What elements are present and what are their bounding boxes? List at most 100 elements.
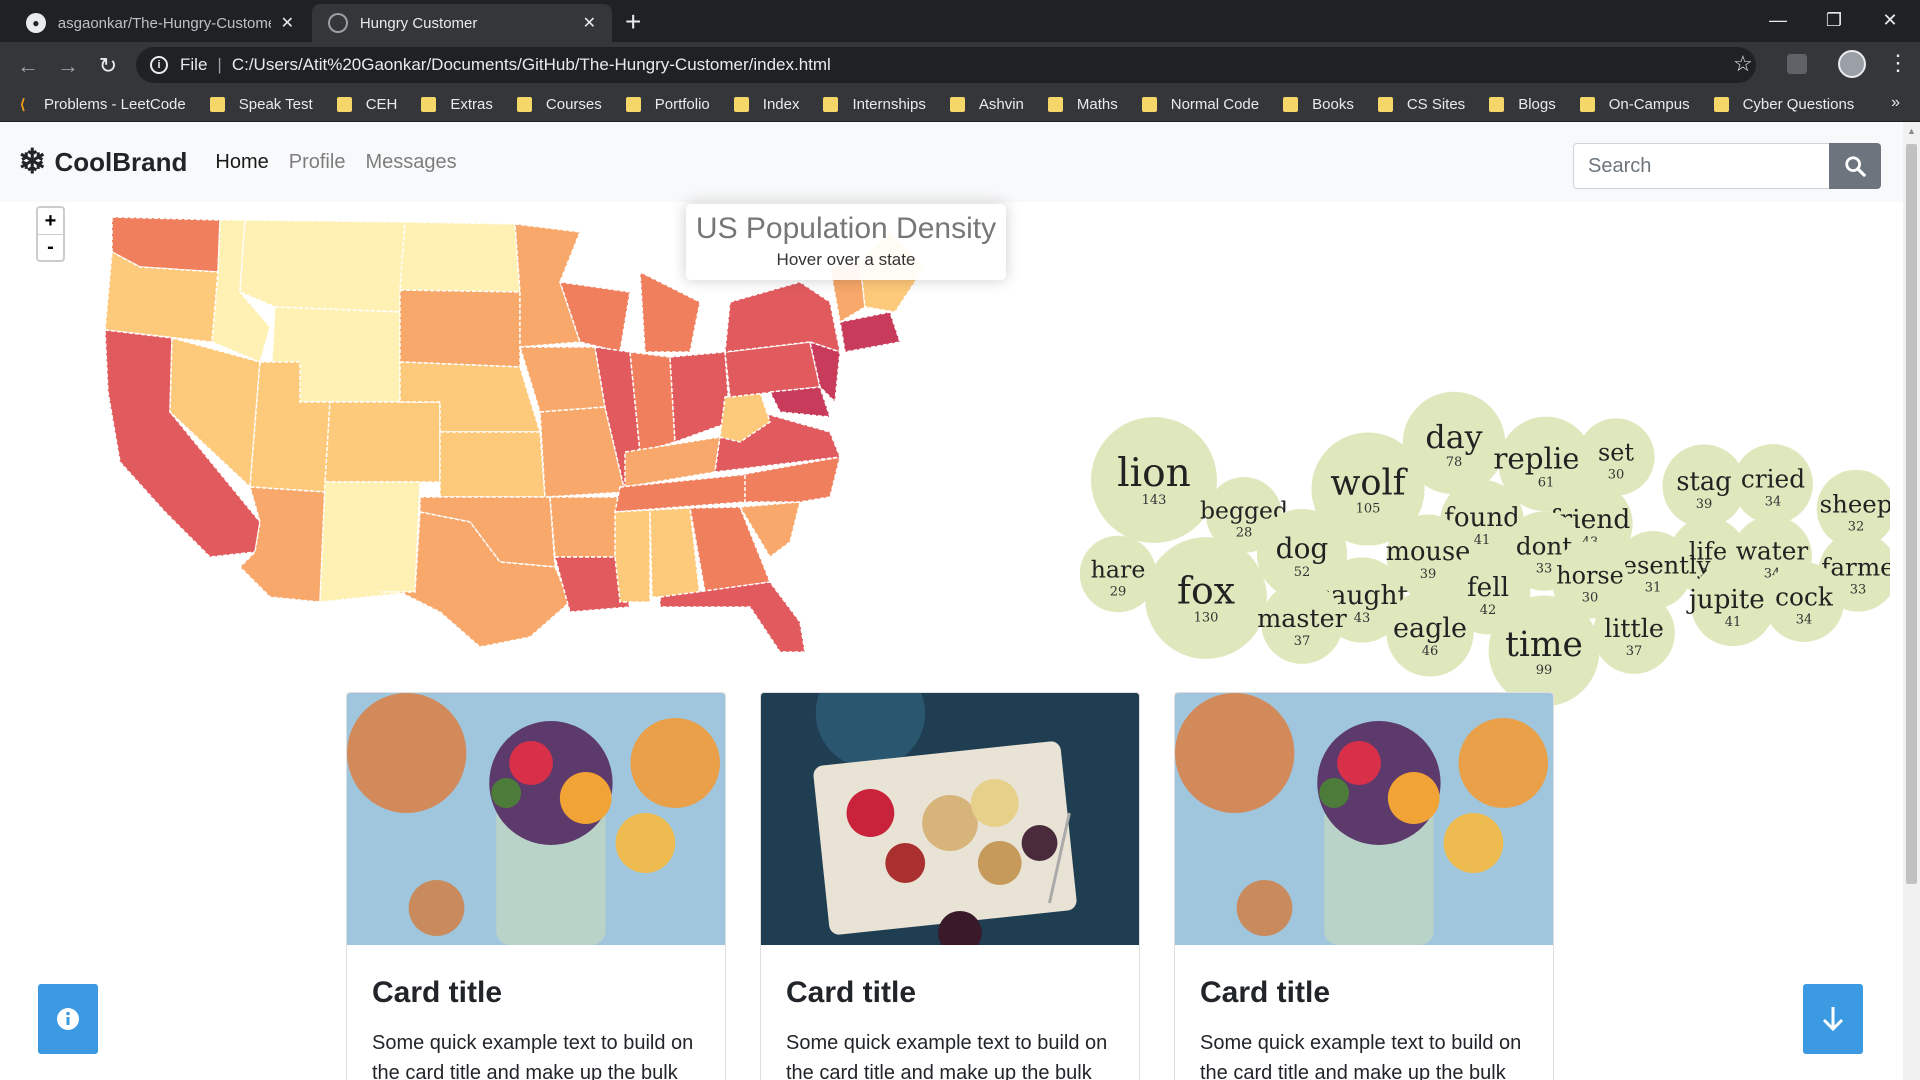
state-colorado bbox=[324, 401, 441, 483]
scroll-up-arrow-icon[interactable]: ▲ bbox=[1907, 126, 1916, 136]
bookmark-folder[interactable]: On-Campus bbox=[1579, 96, 1690, 113]
close-window-button[interactable]: ✕ bbox=[1862, 0, 1918, 40]
card: Card title Some quick example text to bu… bbox=[1174, 692, 1554, 1080]
word-bubble[interactable]: fox130 bbox=[1145, 537, 1267, 659]
folder-icon bbox=[1713, 97, 1729, 112]
bookmark-label: CEH bbox=[365, 96, 398, 113]
bookmark-folder[interactable]: Cyber Questions bbox=[1713, 96, 1854, 113]
word-bubble-count: 61 bbox=[1538, 475, 1555, 490]
bookmark-star-icon[interactable]: ☆ bbox=[1733, 51, 1753, 77]
zoom-out-button[interactable]: - bbox=[38, 234, 63, 260]
back-button[interactable]: ← bbox=[14, 52, 42, 80]
bookmarks-bar: ⟨ Problems - LeetCode Speak Test CEH Extr… bbox=[0, 88, 1920, 122]
search-button[interactable] bbox=[1829, 143, 1881, 189]
word-bubble-count: 78 bbox=[1446, 455, 1463, 470]
folder-icon bbox=[1579, 97, 1595, 112]
forward-button[interactable]: → bbox=[54, 52, 82, 80]
bookmark-item[interactable]: ⟨ Problems - LeetCode bbox=[20, 96, 186, 113]
word-bubble[interactable]: time99 bbox=[1488, 595, 1600, 707]
folder-icon bbox=[1377, 97, 1393, 112]
arrow-down-icon bbox=[1822, 1007, 1844, 1032]
bookmark-folder[interactable]: Ashvin bbox=[949, 96, 1024, 113]
nav-link-home[interactable]: Home bbox=[215, 151, 268, 174]
word-bubble[interactable]: cock34 bbox=[1764, 562, 1844, 642]
word-bubble-label: lion bbox=[1117, 451, 1191, 496]
bookmark-folder[interactable]: Courses bbox=[516, 96, 602, 113]
new-tab-button[interactable]: + bbox=[625, 6, 641, 38]
word-bubble[interactable]: stag39 bbox=[1662, 444, 1746, 528]
word-bubble-count: 29 bbox=[1110, 585, 1127, 600]
page-viewport: ❄ CoolBrand Home Profile Messages + - bbox=[0, 122, 1920, 1080]
word-bubble[interactable]: little37 bbox=[1593, 592, 1675, 674]
bookmark-folder[interactable]: Blogs bbox=[1489, 96, 1556, 113]
minimize-button[interactable]: — bbox=[1750, 0, 1806, 40]
word-bubble-count: 33 bbox=[1850, 583, 1867, 598]
word-bubble-label: fox bbox=[1177, 569, 1235, 613]
close-icon[interactable]: ✕ bbox=[281, 13, 294, 33]
bookmark-folder[interactable]: Extras bbox=[421, 96, 493, 113]
nav-link-messages[interactable]: Messages bbox=[365, 151, 456, 174]
bookmark-folder[interactable]: Portfolio bbox=[625, 96, 710, 113]
bookmark-folder[interactable]: Speak Test bbox=[209, 96, 313, 113]
state-north-dakota bbox=[399, 221, 521, 293]
zoom-in-button[interactable]: + bbox=[38, 208, 63, 234]
folder-icon bbox=[949, 97, 965, 112]
word-bubble-count: 34 bbox=[1796, 613, 1813, 628]
folder-icon bbox=[1283, 97, 1299, 112]
scrollbar-thumb[interactable] bbox=[1906, 144, 1917, 884]
bookmark-folder[interactable]: Internships bbox=[823, 96, 926, 113]
folder-icon bbox=[1141, 97, 1157, 112]
word-bubble[interactable]: hare29 bbox=[1080, 535, 1157, 613]
card-image-smoothie bbox=[1175, 693, 1553, 945]
word-bubble-count: 39 bbox=[1420, 567, 1437, 582]
word-bubble-count: 99 bbox=[1536, 663, 1553, 678]
tab-title: asgaonkar/The-Hungry-Customer bbox=[57, 14, 271, 32]
bookmark-label: Portfolio bbox=[654, 96, 710, 113]
reload-button[interactable]: ↻ bbox=[94, 52, 122, 80]
close-icon[interactable]: ✕ bbox=[583, 13, 596, 33]
bookmark-folder[interactable]: CEH bbox=[336, 96, 398, 113]
state-south-dakota bbox=[399, 289, 521, 368]
word-bubble-count: 30 bbox=[1608, 468, 1625, 483]
bookmark-folder[interactable]: Books bbox=[1283, 96, 1354, 113]
tab-github[interactable]: ● asgaonkar/The-Hungry-Customer ✕ bbox=[10, 4, 310, 42]
bookmark-label: Books bbox=[1312, 96, 1354, 113]
bookmark-folder[interactable]: Normal Code bbox=[1141, 96, 1260, 113]
word-bubble[interactable]: eagle46 bbox=[1386, 589, 1474, 677]
folder-icon bbox=[733, 97, 749, 112]
url-text: C:/Users/Atit%20Gaonkar/Documents/GitHub… bbox=[231, 55, 831, 74]
bookmark-folder[interactable]: Maths bbox=[1047, 96, 1118, 113]
brand-logo[interactable]: ❄ CoolBrand bbox=[18, 142, 187, 182]
info-icon[interactable]: i bbox=[150, 56, 168, 74]
search-input[interactable] bbox=[1573, 143, 1829, 189]
bookmark-folder[interactable]: CS Sites bbox=[1377, 96, 1465, 113]
restore-button[interactable]: ❐ bbox=[1806, 0, 1862, 40]
word-bubble-count: 105 bbox=[1356, 501, 1381, 516]
extension-icon[interactable] bbox=[1787, 54, 1807, 74]
leetcode-icon: ⟨ bbox=[20, 96, 26, 112]
snowflake-icon: ❄ bbox=[18, 143, 47, 181]
card-title: Card title bbox=[372, 976, 503, 1009]
word-bubble[interactable]: cried34 bbox=[1733, 444, 1813, 524]
word-bubble[interactable]: day78 bbox=[1402, 391, 1506, 495]
word-bubble-count: 37 bbox=[1626, 644, 1643, 659]
bookmark-label: Ashvin bbox=[978, 96, 1024, 113]
word-bubble-count: 28 bbox=[1236, 526, 1253, 541]
nav-link-profile[interactable]: Profile bbox=[289, 151, 346, 174]
info-fab-button[interactable] bbox=[38, 984, 98, 1054]
word-bubble[interactable]: lion143 bbox=[1091, 417, 1217, 543]
word-bubble-label: little bbox=[1604, 613, 1664, 643]
card-image-smoothie bbox=[347, 693, 725, 945]
bookmark-folder[interactable]: Index bbox=[733, 96, 799, 113]
scroll-down-button[interactable] bbox=[1803, 984, 1863, 1054]
github-icon: ● bbox=[26, 13, 46, 33]
url-bar[interactable]: i File | C:/Users/Atit%20Gaonkar/Documen… bbox=[136, 47, 1756, 83]
bookmarks-overflow-icon[interactable]: » bbox=[1891, 94, 1900, 112]
page-scrollbar[interactable]: ▲ bbox=[1903, 122, 1920, 1080]
bookmark-label: Normal Code bbox=[1170, 96, 1260, 113]
kebab-menu-icon[interactable]: ⋮ bbox=[1887, 50, 1909, 76]
state-arkansas bbox=[549, 496, 621, 558]
tab-hungry-customer[interactable]: Hungry Customer ✕ bbox=[312, 4, 612, 42]
profile-avatar[interactable] bbox=[1838, 50, 1866, 78]
folder-icon bbox=[336, 97, 352, 112]
